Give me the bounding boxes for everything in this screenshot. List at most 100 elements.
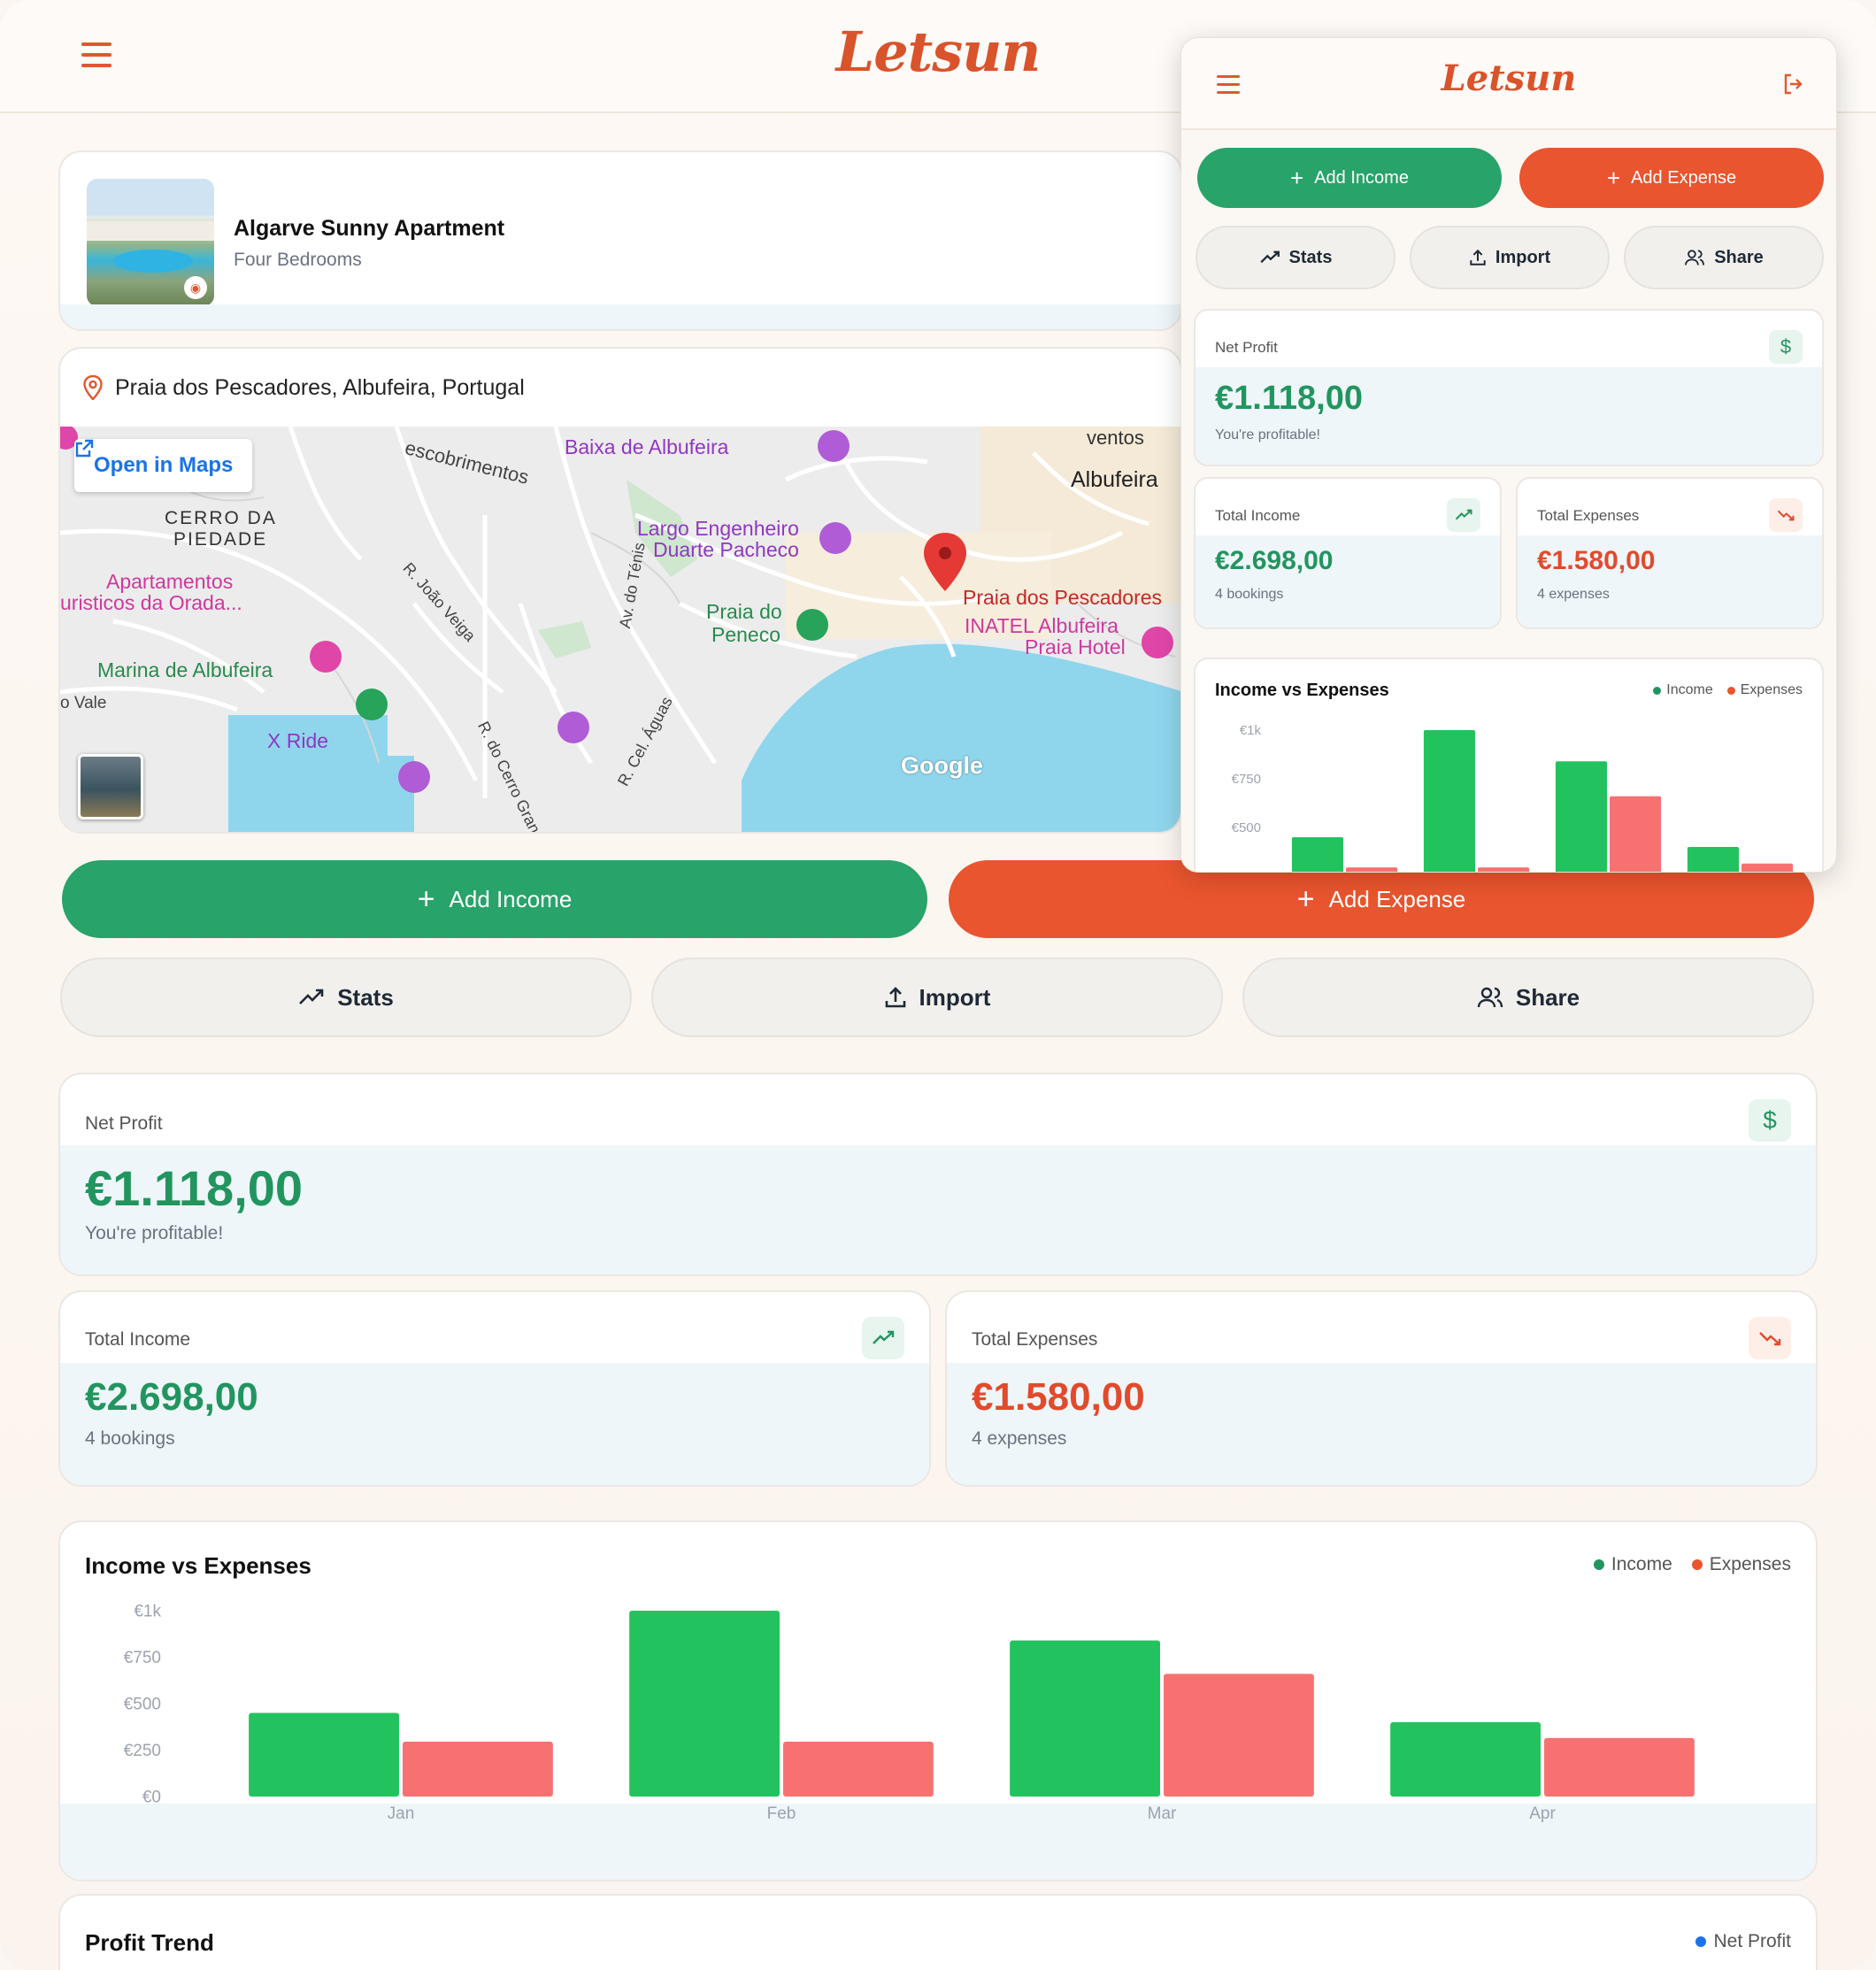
map-label: X Ride	[267, 729, 329, 752]
total-expenses-card: Total Expenses €1.580,00 4 expenses	[1516, 477, 1824, 629]
total-income-label: Total Income	[85, 1329, 191, 1350]
dollar-icon: $	[1769, 330, 1803, 364]
x-tick-label: Jan	[388, 1805, 415, 1823]
plus-icon: +	[1606, 164, 1621, 191]
y-tick-label: €1k	[134, 1603, 161, 1621]
property-subtitle: Four Bedrooms	[234, 250, 362, 270]
total-expenses-card: Total Expenses €1.580,00 4 expenses	[945, 1290, 1818, 1487]
property-photo[interactable]: ◉	[87, 179, 214, 306]
map-label: CERRO DA	[165, 508, 277, 528]
net-profit-label: Net Profit	[85, 1113, 163, 1134]
x-tick-label: Apr	[1529, 1805, 1556, 1823]
add-income-button[interactable]: + Add Income	[1197, 148, 1502, 208]
map-label: Praia do	[706, 600, 782, 623]
bar-expense	[1610, 796, 1662, 872]
total-income-value: €2.698,00	[85, 1375, 258, 1419]
open-in-maps-button[interactable]: Open in Maps	[74, 439, 253, 492]
location-card: Praia dos Pescadores, Albufeira, Portuga…	[58, 347, 1182, 834]
map-label: o Vale	[60, 694, 107, 712]
property-name: Algarve Sunny Apartment	[234, 216, 505, 241]
bar-expense	[1346, 867, 1398, 872]
y-tick-label: €500	[1232, 820, 1261, 835]
dollar-icon: $	[1749, 1099, 1791, 1142]
external-link-icon	[75, 439, 94, 458]
logout-icon[interactable]	[1781, 72, 1806, 96]
x-tick-label: Mar	[1148, 1805, 1177, 1823]
profit-trend-legend: Net Profit	[1695, 1931, 1791, 1952]
mobile-preview-panel: Letsun + Add Income + Add Expense Stats Im…	[1180, 37, 1837, 873]
address-text: Praia dos Pescadores, Albufeira, Portuga…	[115, 374, 525, 400]
bar-income	[1687, 847, 1739, 872]
import-button[interactable]: Import	[1410, 226, 1610, 289]
map-label: Praia Hotel	[1025, 635, 1126, 658]
total-expenses-note: 4 expenses	[972, 1428, 1067, 1449]
chart-title: Income vs Expenses	[85, 1552, 311, 1579]
plus-icon: +	[1296, 882, 1315, 916]
bar-expense	[403, 1742, 553, 1797]
add-income-button[interactable]: + Add Income	[62, 860, 927, 938]
map-label: Duarte Pacheco	[653, 538, 799, 561]
trending-down-icon	[1769, 498, 1803, 532]
total-income-card: Total Income €2.698,00 4 bookings	[1194, 477, 1502, 629]
map-label: Baixa de Albufeira	[565, 435, 729, 458]
net-profit-value: €1.118,00	[85, 1160, 304, 1216]
camera-icon[interactable]: ◉	[184, 276, 207, 299]
property-card[interactable]: ◉ Algarve Sunny Apartment Four Bedrooms	[58, 150, 1182, 331]
bar-income	[1423, 730, 1475, 872]
bar-income	[249, 1712, 399, 1797]
chart-legend: Income Expenses	[1593, 1554, 1791, 1575]
y-tick-label: €1k	[1240, 723, 1262, 738]
total-expenses-value: €1.580,00	[972, 1375, 1145, 1419]
map-label: Peneco	[711, 623, 781, 646]
map-label: uristicos da Orada...	[60, 591, 242, 614]
legend-income[interactable]: Income	[1593, 1554, 1672, 1575]
net-profit-note: You're profitable!	[85, 1223, 224, 1243]
google-logo: Google	[901, 752, 983, 779]
net-profit-card: Net Profit $ €1.118,00 You're profitable…	[1194, 309, 1824, 466]
income-vs-expenses-chart: €250€500€750€1k Income vs Expenses Incom…	[1194, 658, 1824, 873]
map-label: Largo Engenheiro	[637, 517, 799, 540]
add-expense-button[interactable]: + Add Expense	[1519, 148, 1824, 208]
bar-expense	[783, 1742, 934, 1797]
trending-up-icon	[1447, 498, 1480, 532]
map-label: PIEDADE	[173, 529, 268, 550]
bar-income	[1555, 761, 1607, 872]
map-label: ventos	[1087, 427, 1144, 449]
plus-icon: +	[417, 882, 435, 916]
total-income-note: 4 bookings	[85, 1428, 175, 1449]
y-tick-label: €500	[124, 1696, 161, 1714]
import-button[interactable]: Import	[651, 958, 1223, 1037]
stats-button[interactable]: Stats	[60, 958, 632, 1037]
app-frame: Letsun ◉ Algarve Sunny Apartment Four Be…	[0, 0, 1876, 1970]
total-expenses-label: Total Expenses	[972, 1329, 1098, 1350]
legend-expenses[interactable]: Expenses	[1691, 1554, 1791, 1575]
stats-button[interactable]: Stats	[1196, 226, 1395, 289]
y-tick-label: €250	[124, 1742, 161, 1760]
bar-expense	[1164, 1674, 1314, 1797]
map-view[interactable]: Open in Maps escobrimentos Baixa de Albu…	[60, 427, 1180, 832]
x-tick-label: Feb	[767, 1805, 796, 1823]
income-vs-expenses-chart: €0 €250 €500 €750 €1k Jan Feb Mar Apr Income vs …	[58, 1520, 1818, 1882]
total-income-card: Total Income €2.698,00 4 bookings	[58, 1290, 931, 1487]
bar-income	[629, 1611, 780, 1797]
users-icon	[1477, 987, 1503, 1008]
map-label: Albufeira	[1071, 467, 1158, 492]
app-logo[interactable]: Letsun	[1181, 58, 1836, 99]
plus-icon: +	[1290, 164, 1304, 191]
profit-trend-card: Profit Trend Net Profit	[58, 1894, 1818, 1970]
upload-icon	[885, 987, 905, 1008]
trending-down-icon	[1749, 1317, 1791, 1359]
bar-income	[1010, 1640, 1160, 1797]
share-button[interactable]: Share	[1624, 226, 1824, 289]
y-tick-label: €250	[1232, 869, 1261, 873]
bar-income	[1390, 1722, 1541, 1797]
location-pin-icon	[83, 375, 103, 400]
users-icon	[1685, 250, 1705, 265]
share-button[interactable]: Share	[1242, 958, 1814, 1037]
map-label: Praia dos Pescadores	[963, 586, 1163, 609]
map-layer-toggle[interactable]	[78, 754, 143, 820]
panel-top-bar: Letsun	[1181, 38, 1836, 130]
trending-up-icon	[1259, 250, 1280, 264]
y-tick-label: €750	[124, 1649, 161, 1667]
trending-up-icon	[299, 989, 324, 1004]
